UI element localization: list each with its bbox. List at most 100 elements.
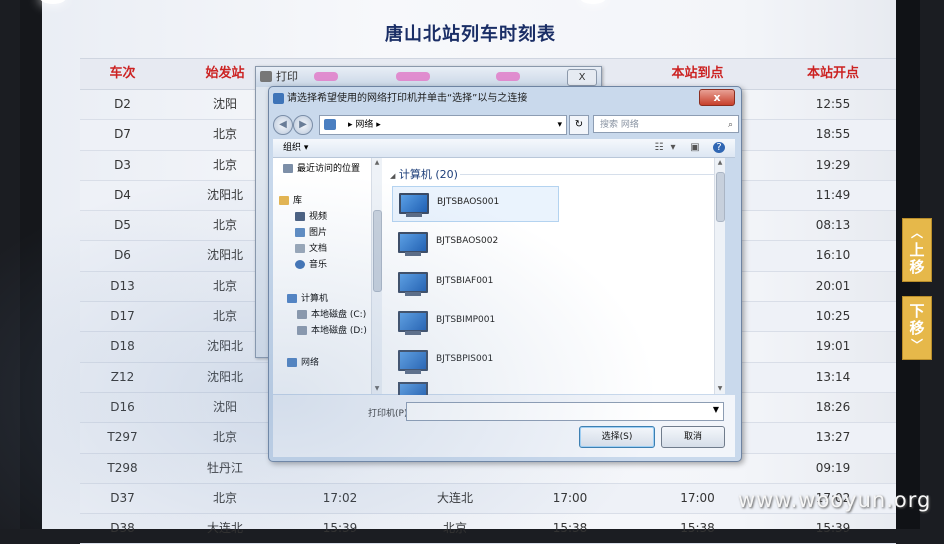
table-cell: 19:01 bbox=[815, 339, 851, 354]
scroll-up-arrow-icon[interactable]: ▲ bbox=[372, 158, 382, 168]
address-input[interactable]: ▸ 网络 ▸ ▾ bbox=[319, 115, 567, 135]
library-icon bbox=[279, 196, 289, 205]
address-bar: ◀ ▶ ▸ 网络 ▸ ▾ ↻ 搜索 网络 ⌕ bbox=[273, 113, 739, 135]
scroll-up-button[interactable]: ︿ 上 移 bbox=[902, 218, 932, 282]
table-cell: 13:14 bbox=[815, 369, 851, 384]
nav-label: 计算机 bbox=[301, 294, 329, 304]
table-cell: 18:26 bbox=[815, 399, 851, 414]
nav-music[interactable]: 音乐 bbox=[295, 258, 327, 272]
organize-menu[interactable]: 组织 ▾ bbox=[283, 139, 308, 157]
preview-pane-icon[interactable]: ▣ bbox=[689, 142, 701, 153]
table-cell: 北京 bbox=[212, 430, 237, 445]
breadcrumb-network[interactable]: 网络 bbox=[355, 120, 373, 130]
table-cell: D5 bbox=[114, 218, 131, 233]
nav-drive-d[interactable]: 本地磁盘 (D:) bbox=[297, 324, 367, 338]
printer-icon bbox=[260, 71, 272, 82]
nav-recent-places[interactable]: 最近访问的位置 bbox=[283, 162, 360, 176]
watermark: www.wooyun.org bbox=[738, 488, 932, 512]
list-item-computer[interactable]: BJTSBAOS002 bbox=[392, 226, 557, 260]
group-header-label: 计算机 (20) bbox=[398, 168, 458, 181]
computer-icon bbox=[287, 294, 297, 303]
nav-label: 本地磁盘 (D:) bbox=[311, 326, 367, 336]
computer-icon bbox=[398, 311, 428, 335]
table-cell: D7 bbox=[114, 127, 131, 142]
chevron-up-icon: ︿ bbox=[910, 225, 923, 240]
scroll-up-arrow-icon[interactable]: ▲ bbox=[715, 158, 725, 168]
redaction-mark bbox=[314, 72, 338, 81]
print-dialog-close-button[interactable]: X bbox=[567, 69, 597, 86]
nav-libraries[interactable]: 库 bbox=[279, 194, 302, 208]
nav-network[interactable]: 网络 bbox=[287, 356, 319, 370]
table-cell: 10:25 bbox=[815, 309, 851, 324]
search-input[interactable]: 搜索 网络 ⌕ bbox=[593, 115, 739, 133]
table-cell: Z12 bbox=[110, 369, 135, 384]
table-cell: 牡丹江 bbox=[206, 460, 243, 475]
select-button[interactable]: 选择(S) bbox=[579, 426, 655, 448]
table-cell: 沈阳 bbox=[212, 399, 237, 414]
nav-computer[interactable]: 计算机 bbox=[287, 292, 328, 306]
help-icon[interactable]: ? bbox=[713, 142, 725, 153]
nav-label: 库 bbox=[293, 196, 303, 206]
nav-videos[interactable]: 视频 bbox=[295, 210, 327, 224]
computer-icon bbox=[399, 193, 429, 217]
group-header-computer[interactable]: ◢ 计算机 (20) bbox=[390, 166, 458, 182]
computer-icon bbox=[398, 272, 428, 296]
table-cell: T297 bbox=[107, 430, 138, 445]
forward-button[interactable]: ▶ bbox=[293, 115, 313, 135]
scroll-down-arrow-icon[interactable]: ▼ bbox=[715, 384, 725, 394]
drive-icon bbox=[297, 310, 307, 319]
list-item-computer[interactable]: BJTSBAOS001 bbox=[392, 186, 559, 222]
computer-name: BJTSBIMP001 bbox=[436, 315, 496, 325]
print-dialog-titlebar: 打印 X bbox=[256, 67, 601, 87]
navigation-pane: 最近访问的位置 库 视频 图片 文档 音乐 计算机 本地磁盘 (C:) 本地磁盘… bbox=[273, 158, 382, 394]
table-row: D38 大连北 15:39 北京 15:38 15:38 15:39 bbox=[80, 514, 896, 544]
dialog-close-button[interactable]: x bbox=[699, 89, 735, 106]
table-cell: D13 bbox=[110, 278, 135, 293]
nav-drive-c[interactable]: 本地磁盘 (C:) bbox=[297, 308, 366, 322]
list-item-computer[interactable]: BJTSBIAF001 bbox=[392, 266, 557, 300]
dialog-footer: 打印机(P): ▼ 选择(S) 取消 bbox=[273, 395, 735, 457]
refresh-button[interactable]: ↻ bbox=[569, 115, 589, 135]
scroll-up-label-2: 移 bbox=[909, 257, 925, 276]
list-scroll-thumb[interactable] bbox=[716, 172, 725, 222]
back-button[interactable]: ◀ bbox=[273, 115, 293, 135]
table-cell: 18:55 bbox=[815, 127, 851, 142]
printer-label: 打印机(P): bbox=[368, 409, 411, 419]
list-item-computer[interactable]: BJTSBIMP001 bbox=[392, 305, 557, 339]
chevron-down-icon[interactable]: ▼ bbox=[713, 405, 719, 414]
nav-label: 最近访问的位置 bbox=[297, 164, 361, 174]
scroll-down-arrow-icon[interactable]: ▼ bbox=[372, 384, 382, 394]
nav-scrollbar[interactable]: ▲ ▼ bbox=[371, 158, 382, 394]
nav-documents[interactable]: 文档 bbox=[295, 242, 327, 256]
table-cell: T298 bbox=[107, 460, 138, 475]
table-cell: 17:02 bbox=[322, 490, 358, 505]
scroll-down-button[interactable]: 下 移 ﹀ bbox=[902, 296, 932, 360]
list-scrollbar[interactable]: ▲ ▼ bbox=[714, 158, 725, 394]
chevron-down-icon[interactable]: ▾ bbox=[667, 142, 679, 153]
table-cell: 13:27 bbox=[815, 430, 851, 445]
toolbar: 组织 ▾ ☷ ▾ ▣ ? bbox=[273, 139, 735, 158]
bezel-left bbox=[20, 0, 42, 529]
chevron-down-icon[interactable]: ▾ bbox=[557, 116, 562, 134]
nav-scroll-thumb[interactable] bbox=[373, 210, 382, 292]
redaction-mark bbox=[496, 72, 520, 81]
table-cell: 17:00 bbox=[552, 490, 588, 505]
table-cell: D18 bbox=[110, 339, 135, 354]
cancel-button[interactable]: 取消 bbox=[661, 426, 725, 448]
table-cell: 19:29 bbox=[815, 157, 851, 172]
view-options-icon[interactable]: ☷ bbox=[653, 142, 665, 153]
table-cell: D2 bbox=[114, 97, 131, 111]
collapse-icon[interactable]: ◢ bbox=[390, 172, 395, 180]
address-path: ▸ 网络 ▸ bbox=[348, 116, 381, 134]
nav-pictures[interactable]: 图片 bbox=[295, 226, 327, 240]
table-cell: 北京 bbox=[212, 490, 237, 505]
breadcrumb-separator-icon: ▸ bbox=[348, 120, 353, 130]
group-divider bbox=[460, 174, 718, 175]
table-cell: D17 bbox=[110, 309, 135, 324]
printer-combobox[interactable]: ▼ bbox=[406, 402, 724, 421]
computer-list: ◢ 计算机 (20) BJTSBAOS001 BJTSBAOS002 BJTSB… bbox=[382, 158, 725, 396]
network-icon bbox=[273, 93, 284, 104]
nav-label: 文档 bbox=[309, 244, 328, 254]
list-item-computer[interactable]: BJTSBPIS001 bbox=[392, 344, 557, 378]
nav-label: 视频 bbox=[309, 212, 328, 222]
